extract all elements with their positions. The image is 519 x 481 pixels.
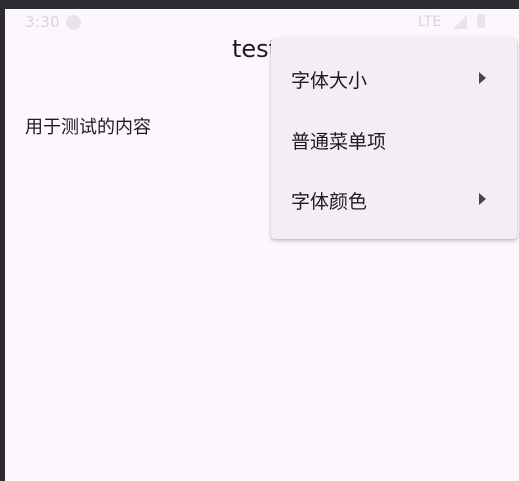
device-frame-top <box>0 0 519 9</box>
network-type: LTE <box>418 14 442 30</box>
battery-icon <box>477 14 485 28</box>
app-screen: 3:30 LTE test 用于测试的内容 字体大小 普通菜单项 字体颜色 <box>5 9 519 481</box>
menu-item-label: 字体大小 <box>291 70 368 92</box>
signal-icon <box>453 15 467 29</box>
overflow-menu: 字体大小 普通菜单项 字体颜色 <box>271 38 517 239</box>
menu-item-label: 普通菜单项 <box>291 131 387 153</box>
submenu-arrow-icon <box>479 72 486 84</box>
submenu-arrow-icon <box>479 193 486 205</box>
status-bar: 3:30 LTE <box>5 9 519 35</box>
menu-item-font-size[interactable]: 字体大小 <box>271 48 517 108</box>
status-time: 3:30 <box>25 13 60 31</box>
menu-item-font-color[interactable]: 字体颜色 <box>271 169 517 229</box>
notification-dot-icon <box>66 15 81 30</box>
menu-item-normal[interactable]: 普通菜单项 <box>271 109 517 169</box>
menu-item-label: 字体颜色 <box>291 191 368 213</box>
content-text: 用于测试的内容 <box>25 117 151 138</box>
